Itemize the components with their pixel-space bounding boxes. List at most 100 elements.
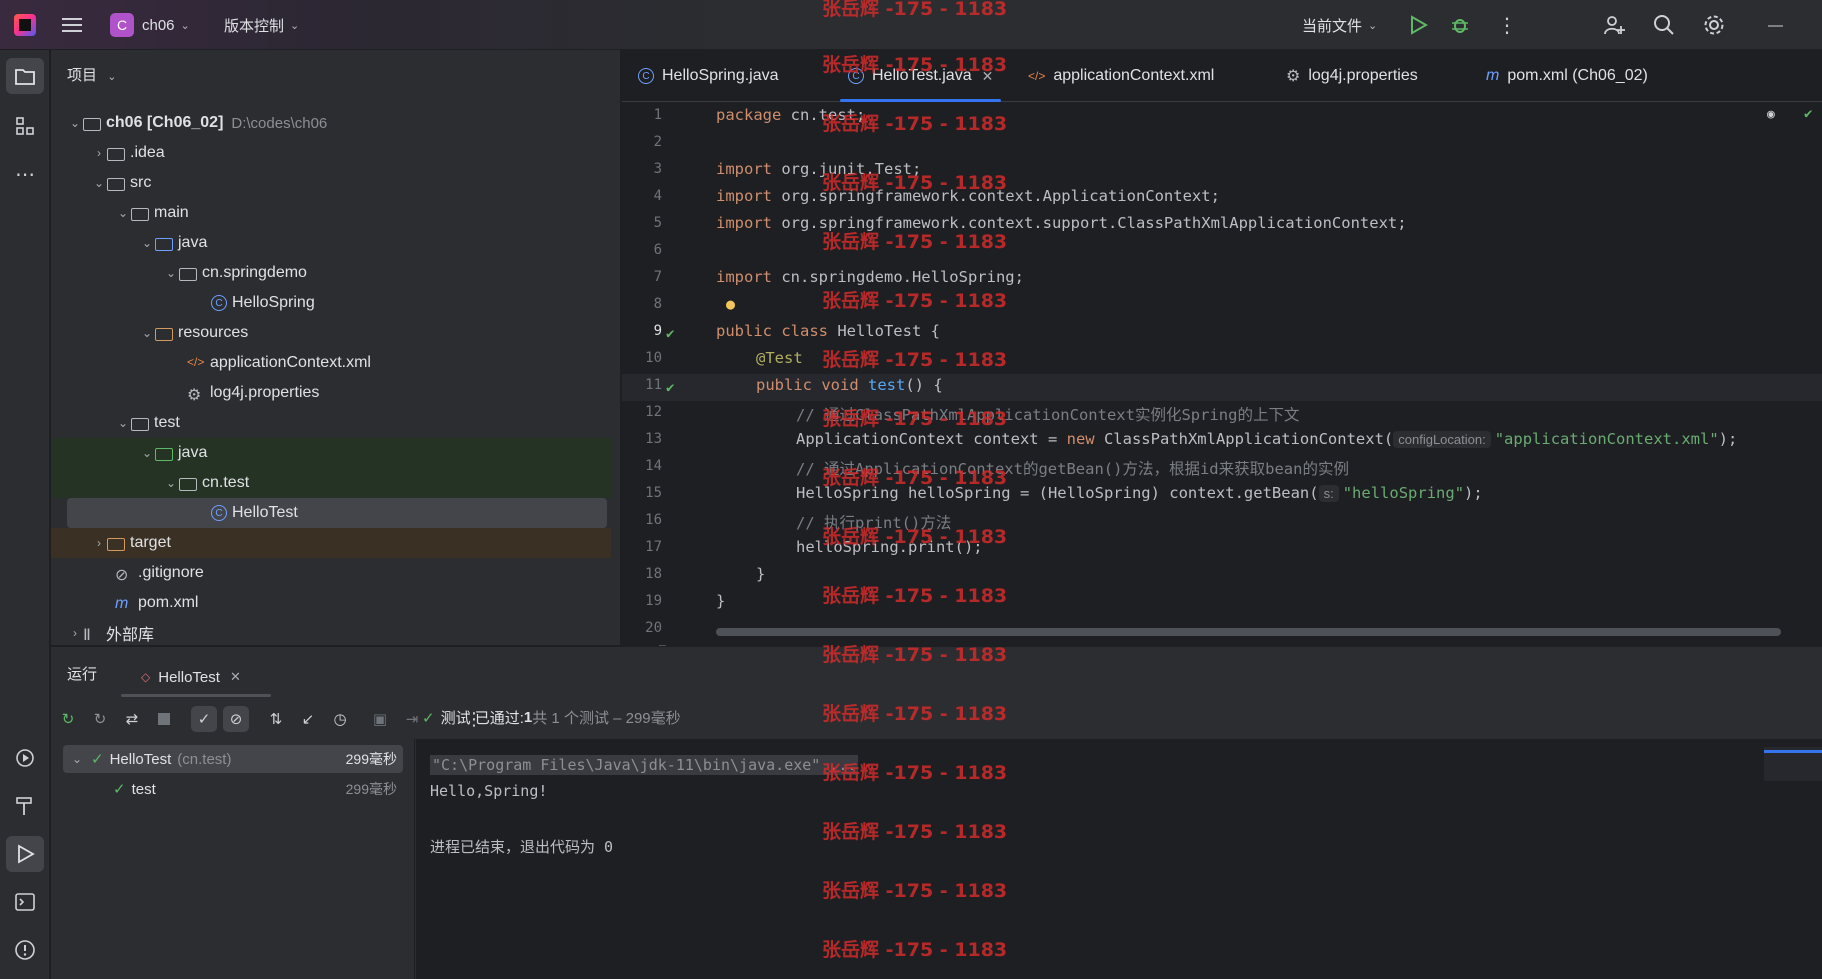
lightbulb-icon[interactable]: ●	[726, 295, 735, 313]
tab-hellotest[interactable]: C HelloTest.java ✕	[840, 50, 1002, 102]
line-number: 13	[645, 431, 662, 447]
tab-log4j[interactable]: ⚙ log4j.properties	[1286, 50, 1418, 102]
tree-item-log4j[interactable]: ⚙ log4j.properties	[51, 378, 611, 408]
tree-item-external-libs[interactable]: › Ⅱ 外部库	[51, 618, 611, 648]
sort-icon[interactable]: ⇅	[263, 706, 289, 732]
run-panel-tabs: 运行 ◇ HelloTest ✕	[51, 647, 1822, 697]
console[interactable]: ✓ 测试 已通过: 1 共 1 个测试 – 299毫秒 "C:\Program …	[416, 709, 1822, 979]
show-ignored-icon[interactable]: ⊘	[223, 706, 249, 732]
tab-applicationcontext[interactable]: </> applicationContext.xml	[1028, 50, 1214, 102]
rerun-icon[interactable]: ↻	[55, 706, 81, 732]
stop-icon[interactable]	[151, 706, 177, 732]
passed-icon: ✓	[422, 709, 435, 727]
tree-item-root[interactable]: ⌄ ch06 [Ch06_02] D:\codes\ch06	[51, 108, 611, 138]
close-icon[interactable]: ✕	[982, 68, 994, 85]
code-line-12: // 通过ClassPathXmlApplicationContext实例化Sp…	[796, 406, 1300, 424]
line-number: 1	[653, 107, 662, 123]
tree-item-hellospring[interactable]: C HelloSpring	[51, 288, 611, 318]
code-area[interactable]: 1 2 3 4 5 6 7 8 9 10 11 12 13 14 15 16 1…	[622, 102, 1822, 645]
editor-horizontal-scrollbar[interactable]	[716, 628, 1781, 636]
more-actions-icon[interactable]: ⋮	[1497, 0, 1517, 50]
chevron-down-icon[interactable]: ⌄	[163, 476, 179, 490]
services-tool-button[interactable]	[6, 740, 44, 776]
chevron-right-icon[interactable]: ›	[91, 536, 107, 550]
tab-hellospring[interactable]: C HelloSpring.java	[638, 50, 779, 102]
tree-item-main-java[interactable]: ⌄ java	[51, 228, 611, 258]
chevron-down-icon[interactable]: ⌄	[91, 176, 107, 190]
chevron-down-icon[interactable]: ⌄	[69, 752, 85, 766]
code-line-16: // 执行print()方法	[796, 514, 952, 532]
vcs-menu[interactable]: 版本控制 ⌄	[224, 0, 299, 50]
reader-mode-icon[interactable]: ◉	[1767, 107, 1775, 122]
run-config-selector[interactable]: 当前文件 ⌄	[1302, 0, 1377, 50]
settings-button[interactable]	[1703, 0, 1725, 50]
toggle-auto-test-icon[interactable]: ⇄	[119, 706, 145, 732]
line-number: 10	[645, 350, 662, 366]
close-icon[interactable]: ✕	[230, 669, 241, 685]
minimize-button[interactable]: —	[1768, 0, 1783, 50]
tree-item-test[interactable]: ⌄ test	[51, 408, 611, 438]
chevron-down-icon: ⌄	[107, 71, 117, 83]
status-prefix: 测试 已通过:	[440, 710, 524, 727]
project-panel-header[interactable]: 项目 ⌄	[67, 64, 116, 85]
test-folder-icon	[155, 447, 173, 461]
history-icon[interactable]: ◷	[327, 706, 353, 732]
tab-pom[interactable]: m pom.xml (Ch06_02)	[1486, 50, 1648, 102]
terminal-tool-button[interactable]	[6, 884, 44, 920]
run-panel: 运行 ◇ HelloTest ✕ ↻ ↻ ⇄ ✓ ⊘ ⇅ ↙ ◷ ▣ ⇥ ◔ ⋮…	[51, 646, 1822, 979]
rerun-failed-icon[interactable]: ↻	[87, 706, 113, 732]
run-test-gutter-icon[interactable]: ✔	[666, 380, 674, 396]
chevron-right-icon[interactable]: ›	[67, 626, 83, 640]
project-tool-button[interactable]	[6, 58, 44, 94]
project-switcher[interactable]: C ch06 ⌄	[110, 0, 190, 50]
tree-item-idea[interactable]: › .idea	[51, 138, 611, 168]
chevron-down-icon[interactable]: ⌄	[115, 206, 131, 220]
chevron-down-icon[interactable]: ⌄	[163, 266, 179, 280]
chevron-right-icon[interactable]: ›	[91, 146, 107, 160]
tree-item-main[interactable]: ⌄ main	[51, 198, 611, 228]
collapse-icon[interactable]: ↙	[295, 706, 321, 732]
project-badge: C	[110, 13, 134, 37]
more-tools-icon[interactable]: ⋯	[6, 156, 44, 192]
tree-item-cn-test[interactable]: ⌄ cn.test	[51, 468, 611, 498]
chevron-down-icon[interactable]: ⌄	[139, 236, 155, 250]
test-time: 299毫秒	[345, 751, 397, 767]
structure-tool-button[interactable]	[6, 108, 44, 144]
run-test-gutter-icon[interactable]: ✔	[666, 326, 674, 342]
app-logo-icon[interactable]	[14, 0, 36, 50]
tree-item-applicationcontext[interactable]: </> applicationContext.xml	[51, 348, 611, 378]
run-button[interactable]	[1408, 0, 1428, 50]
camera-icon[interactable]: ▣	[367, 706, 393, 732]
main-menu-icon[interactable]	[62, 0, 82, 50]
chevron-down-icon[interactable]: ⌄	[115, 416, 131, 430]
console-minimap[interactable]	[1764, 747, 1822, 781]
tree-item-resources[interactable]: ⌄ resources	[51, 318, 611, 348]
tree-item-test-java[interactable]: ⌄ java	[51, 438, 611, 468]
line-number: 18	[645, 566, 662, 582]
chevron-down-icon[interactable]: ⌄	[67, 116, 83, 130]
test-row-hellotest[interactable]: ⌄ ✓ HelloTest (cn.test) 299毫秒	[63, 745, 403, 773]
tree-item-hellotest[interactable]: C HelloTest	[67, 498, 607, 528]
line-number: 5	[653, 215, 662, 231]
passed-icon: ✓	[91, 751, 104, 768]
code-line-17: helloSpring.print();	[796, 538, 983, 556]
debug-button[interactable]	[1450, 0, 1470, 50]
chevron-down-icon[interactable]: ⌄	[139, 326, 155, 340]
chevron-down-icon[interactable]: ⌄	[139, 446, 155, 460]
tree-item-pom[interactable]: m pom.xml	[51, 588, 611, 618]
test-row-test[interactable]: ✓ test 299毫秒	[63, 775, 403, 803]
line-number: 20	[645, 620, 662, 636]
build-tool-button[interactable]	[6, 788, 44, 824]
add-user-button[interactable]	[1603, 0, 1625, 50]
tree-item-cn-springdemo[interactable]: ⌄ cn.springdemo	[51, 258, 611, 288]
tab-run-hellotest[interactable]: ◇ HelloTest ✕	[133, 659, 249, 695]
run-tool-button[interactable]	[6, 836, 44, 872]
folder-icon	[107, 177, 125, 191]
search-button[interactable]	[1653, 0, 1675, 50]
tree-item-gitignore[interactable]: ⊘ .gitignore	[51, 558, 611, 588]
tree-item-src[interactable]: ⌄ src	[51, 168, 611, 198]
folder-icon	[15, 69, 35, 85]
show-passed-icon[interactable]: ✓	[191, 706, 217, 732]
tree-label: ch06 [Ch06_02]	[106, 114, 224, 131]
tree-item-target[interactable]: › target	[51, 528, 611, 558]
